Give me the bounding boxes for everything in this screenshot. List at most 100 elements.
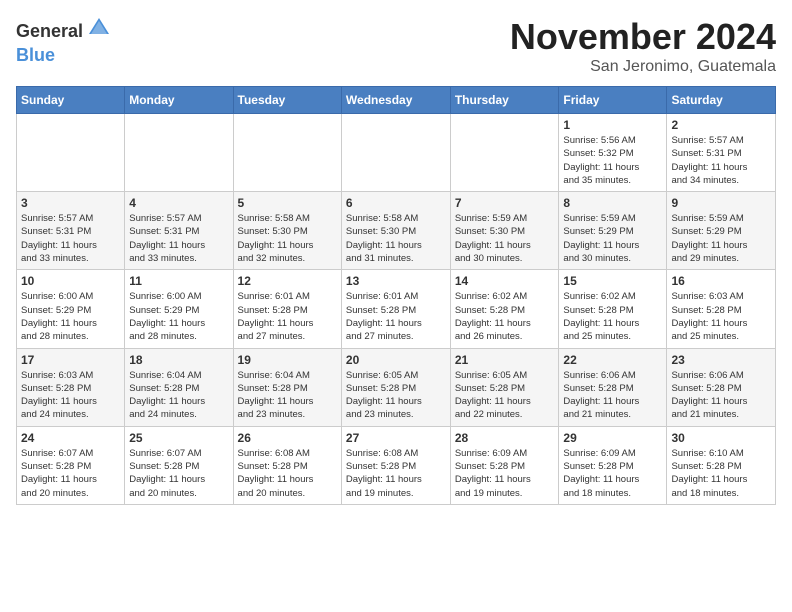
calendar-cell: 27 Sunrise: 6:08 AM Sunset: 5:28 PM Dayli… (341, 426, 450, 504)
day-info: Sunrise: 6:04 AM Sunset: 5:28 PM Dayligh… (129, 369, 228, 422)
month-title: November 2024 (510, 16, 776, 58)
calendar-cell: 14Sunrise: 6:02 AM Sunset: 5:28 PM Dayli… (450, 270, 559, 348)
day-info: Sunrise: 5:58 AM Sunset: 5:30 PM Dayligh… (238, 212, 337, 265)
day-number: 6 (346, 196, 446, 210)
weekday-header-thursday: Thursday (450, 87, 559, 114)
day-number: 10 (21, 274, 120, 288)
calendar-cell: 2 Sunrise: 5:57 AM Sunset: 5:31 PM Daylig… (667, 114, 776, 192)
weekday-header-tuesday: Tuesday (233, 87, 341, 114)
calendar-cell: 16Sunrise: 6:03 AM Sunset: 5:28 PM Dayli… (667, 270, 776, 348)
calendar-cell: 10 Sunrise: 6:00 AM Sunset: 5:29 PM Dayli… (17, 270, 125, 348)
calendar-cell: 1Sunrise: 5:56 AM Sunset: 5:32 PM Daylig… (559, 114, 667, 192)
calendar-cell: 17Sunrise: 6:03 AM Sunset: 5:28 PM Dayli… (17, 348, 125, 426)
calendar-cell: 18Sunrise: 6:04 AM Sunset: 5:28 PM Dayli… (125, 348, 233, 426)
day-info: Sunrise: 5:56 AM Sunset: 5:32 PM Dayligh… (563, 134, 662, 187)
calendar-cell (125, 114, 233, 192)
day-info: Sunrise: 5:57 AM Sunset: 5:31 PM Dayligh… (21, 212, 120, 265)
calendar-cell: 25Sunrise: 6:07 AM Sunset: 5:28 PM Dayli… (125, 426, 233, 504)
day-info: Sunrise: 6:02 AM Sunset: 5:28 PM Dayligh… (455, 290, 555, 343)
day-number: 5 (238, 196, 337, 210)
day-number: 28 (455, 431, 555, 445)
calendar-table: SundayMondayTuesdayWednesdayThursdayFrid… (16, 86, 776, 505)
day-info: Sunrise: 6:06 AM Sunset: 5:28 PM Dayligh… (671, 369, 771, 422)
day-number: 27 (346, 431, 446, 445)
day-info: Sunrise: 5:57 AM Sunset: 5:31 PM Dayligh… (129, 212, 228, 265)
day-number: 15 (563, 274, 662, 288)
day-number: 30 (671, 431, 771, 445)
calendar-cell: 6Sunrise: 5:58 AM Sunset: 5:30 PM Daylig… (341, 192, 450, 270)
day-number: 4 (129, 196, 228, 210)
calendar-week-5: 24 Sunrise: 6:07 AM Sunset: 5:28 PM Dayli… (17, 426, 776, 504)
logo-icon (87, 16, 111, 46)
day-info: Sunrise: 6:01 AM Sunset: 5:28 PM Dayligh… (346, 290, 446, 343)
day-info: Sunrise: 6:03 AM Sunset: 5:28 PM Dayligh… (671, 290, 771, 343)
calendar-header-row: SundayMondayTuesdayWednesdayThursdayFrid… (17, 87, 776, 114)
calendar-cell: 7Sunrise: 5:59 AM Sunset: 5:30 PM Daylig… (450, 192, 559, 270)
day-info: Sunrise: 5:59 AM Sunset: 5:29 PM Dayligh… (563, 212, 662, 265)
calendar-cell: 13 Sunrise: 6:01 AM Sunset: 5:28 PM Dayli… (341, 270, 450, 348)
calendar-cell (233, 114, 341, 192)
day-info: Sunrise: 6:08 AM Sunset: 5:28 PM Dayligh… (346, 447, 446, 500)
day-info: Sunrise: 6:06 AM Sunset: 5:28 PM Dayligh… (563, 369, 662, 422)
day-number: 26 (238, 431, 337, 445)
day-number: 3 (21, 196, 120, 210)
logo-blue-text: Blue (16, 46, 55, 64)
day-info: Sunrise: 6:07 AM Sunset: 5:28 PM Dayligh… (21, 447, 120, 500)
logo: General Blue (16, 16, 111, 64)
location: San Jeronimo, Guatemala (510, 58, 776, 76)
day-info: Sunrise: 6:05 AM Sunset: 5:28 PM Dayligh… (455, 369, 555, 422)
calendar-cell: 24 Sunrise: 6:07 AM Sunset: 5:28 PM Dayli… (17, 426, 125, 504)
calendar-week-1: 1Sunrise: 5:56 AM Sunset: 5:32 PM Daylig… (17, 114, 776, 192)
calendar-cell: 30 Sunrise: 6:10 AM Sunset: 5:28 PM Dayli… (667, 426, 776, 504)
day-number: 24 (21, 431, 120, 445)
calendar-cell: 4 Sunrise: 5:57 AM Sunset: 5:31 PM Daylig… (125, 192, 233, 270)
day-number: 23 (671, 353, 771, 367)
day-number: 9 (671, 196, 771, 210)
calendar-cell: 9 Sunrise: 5:59 AM Sunset: 5:29 PM Daylig… (667, 192, 776, 270)
day-info: Sunrise: 6:10 AM Sunset: 5:28 PM Dayligh… (671, 447, 771, 500)
day-info: Sunrise: 5:59 AM Sunset: 5:29 PM Dayligh… (671, 212, 771, 265)
calendar-cell: 11Sunrise: 6:00 AM Sunset: 5:29 PM Dayli… (125, 270, 233, 348)
logo-general-text: General (16, 22, 83, 40)
weekday-header-saturday: Saturday (667, 87, 776, 114)
day-number: 25 (129, 431, 228, 445)
calendar-cell: 20 Sunrise: 6:05 AM Sunset: 5:28 PM Dayli… (341, 348, 450, 426)
day-number: 29 (563, 431, 662, 445)
calendar-week-4: 17Sunrise: 6:03 AM Sunset: 5:28 PM Dayli… (17, 348, 776, 426)
day-number: 22 (563, 353, 662, 367)
calendar-cell: 23 Sunrise: 6:06 AM Sunset: 5:28 PM Dayli… (667, 348, 776, 426)
calendar-cell: 26 Sunrise: 6:08 AM Sunset: 5:28 PM Dayli… (233, 426, 341, 504)
day-info: Sunrise: 6:00 AM Sunset: 5:29 PM Dayligh… (129, 290, 228, 343)
calendar-cell: 12 Sunrise: 6:01 AM Sunset: 5:28 PM Dayli… (233, 270, 341, 348)
day-info: Sunrise: 6:09 AM Sunset: 5:28 PM Dayligh… (455, 447, 555, 500)
calendar-body: 1Sunrise: 5:56 AM Sunset: 5:32 PM Daylig… (17, 114, 776, 505)
day-number: 20 (346, 353, 446, 367)
day-number: 21 (455, 353, 555, 367)
calendar-cell: 3 Sunrise: 5:57 AM Sunset: 5:31 PM Daylig… (17, 192, 125, 270)
day-info: Sunrise: 5:57 AM Sunset: 5:31 PM Dayligh… (671, 134, 771, 187)
day-info: Sunrise: 6:01 AM Sunset: 5:28 PM Dayligh… (238, 290, 337, 343)
weekday-header-wednesday: Wednesday (341, 87, 450, 114)
day-number: 12 (238, 274, 337, 288)
day-number: 7 (455, 196, 555, 210)
calendar-cell: 29 Sunrise: 6:09 AM Sunset: 5:28 PM Dayli… (559, 426, 667, 504)
calendar-cell (450, 114, 559, 192)
calendar-cell: 15Sunrise: 6:02 AM Sunset: 5:28 PM Dayli… (559, 270, 667, 348)
calendar-cell (341, 114, 450, 192)
calendar-cell (17, 114, 125, 192)
day-number: 19 (238, 353, 337, 367)
day-info: Sunrise: 6:05 AM Sunset: 5:28 PM Dayligh… (346, 369, 446, 422)
day-number: 17 (21, 353, 120, 367)
day-info: Sunrise: 6:09 AM Sunset: 5:28 PM Dayligh… (563, 447, 662, 500)
day-info: Sunrise: 6:00 AM Sunset: 5:29 PM Dayligh… (21, 290, 120, 343)
day-number: 2 (671, 118, 771, 132)
calendar-week-3: 10 Sunrise: 6:00 AM Sunset: 5:29 PM Dayli… (17, 270, 776, 348)
weekday-header-monday: Monday (125, 87, 233, 114)
day-number: 13 (346, 274, 446, 288)
weekday-header-friday: Friday (559, 87, 667, 114)
title-area: November 2024 San Jeronimo, Guatemala (510, 16, 776, 76)
day-info: Sunrise: 6:08 AM Sunset: 5:28 PM Dayligh… (238, 447, 337, 500)
calendar-cell: 8Sunrise: 5:59 AM Sunset: 5:29 PM Daylig… (559, 192, 667, 270)
calendar-cell: 5 Sunrise: 5:58 AM Sunset: 5:30 PM Daylig… (233, 192, 341, 270)
page-header: General Blue November 2024 San Jeronimo,… (16, 16, 776, 76)
